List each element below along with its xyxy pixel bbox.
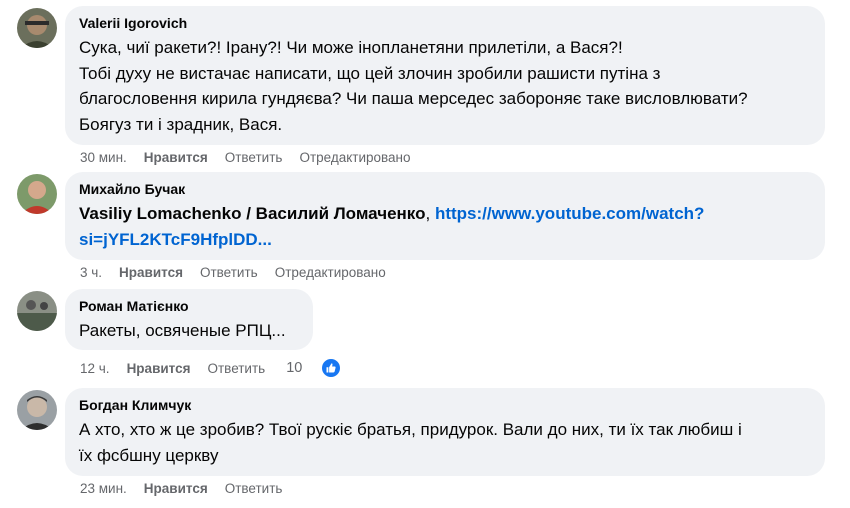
avatar[interactable] — [17, 291, 57, 331]
comment-timestamp[interactable]: 23 мин. — [80, 481, 127, 496]
comment-timestamp[interactable]: 12 ч. — [80, 361, 110, 376]
comment-bubble: Михайло Бучак Vasiliy Lomachenko / Васил… — [65, 172, 825, 260]
comment-actions: 3 ч. Нравится Ответить Отредактировано — [80, 262, 403, 282]
comment-text: Сука, чиї ракети?! Ірану?! Чи може інопл… — [79, 38, 748, 134]
comment-text: Vasiliy Lomachenko / Василий Ломаченко, … — [79, 201, 811, 252]
reaction-count: 10 — [286, 360, 303, 376]
edited-label[interactable]: Отредактировано — [275, 265, 386, 280]
comment-actions: 23 мин. Нравится Ответить — [80, 478, 299, 498]
reply-button[interactable]: Ответить — [200, 265, 258, 280]
comment-text: Ракеты, освяченые РПЦ... — [79, 321, 286, 340]
reply-button[interactable]: Ответить — [225, 481, 283, 496]
comment-timestamp[interactable]: 3 ч. — [80, 265, 102, 280]
comment-actions: 30 мин. Нравится Ответить Отредактирован… — [80, 147, 428, 167]
link-line-2[interactable]: si=jYFL2KTcF9HfplDD... — [79, 230, 272, 249]
reply-button[interactable]: Ответить — [207, 361, 265, 376]
text-separator: , — [425, 204, 435, 223]
comment-author[interactable]: Богдан Климчук — [79, 396, 811, 414]
user-mention[interactable]: Vasiliy Lomachenko / Василий Ломаченко — [79, 204, 425, 223]
like-button[interactable]: Нравится — [144, 481, 208, 496]
comment-bubble: Роман Матієнко Ракеты, освяченые РПЦ... — [65, 289, 313, 350]
avatar[interactable] — [17, 174, 57, 214]
like-button[interactable]: Нравится — [119, 265, 183, 280]
comment-author[interactable]: Роман Матієнко — [79, 297, 299, 315]
comment-actions: 12 ч. Нравится Ответить 10 — [80, 357, 359, 379]
comment-author[interactable]: Valerii Igorovich — [79, 14, 811, 32]
comment-author[interactable]: Михайло Бучак — [79, 180, 811, 198]
reply-button[interactable]: Ответить — [225, 150, 283, 165]
like-button[interactable]: Нравится — [127, 361, 191, 376]
link-line-1[interactable]: https://www.youtube.com/watch? — [435, 204, 705, 223]
reactions-summary[interactable]: 10 — [286, 357, 359, 379]
comment-bubble: Valerii Igorovich Сука, чиї ракети?! Іра… — [65, 6, 825, 145]
comment-bubble: Богдан Климчук А хто, хто ж це зробив? Т… — [65, 388, 825, 476]
comment-text: А хто, хто ж це зробив? Твої рускіє брат… — [79, 420, 742, 465]
avatar[interactable] — [17, 8, 57, 48]
comment-timestamp[interactable]: 30 мин. — [80, 150, 127, 165]
thumbs-up-icon — [320, 357, 343, 379]
avatar[interactable] — [17, 390, 57, 430]
edited-label[interactable]: Отредактировано — [299, 150, 410, 165]
like-button[interactable]: Нравится — [144, 150, 208, 165]
